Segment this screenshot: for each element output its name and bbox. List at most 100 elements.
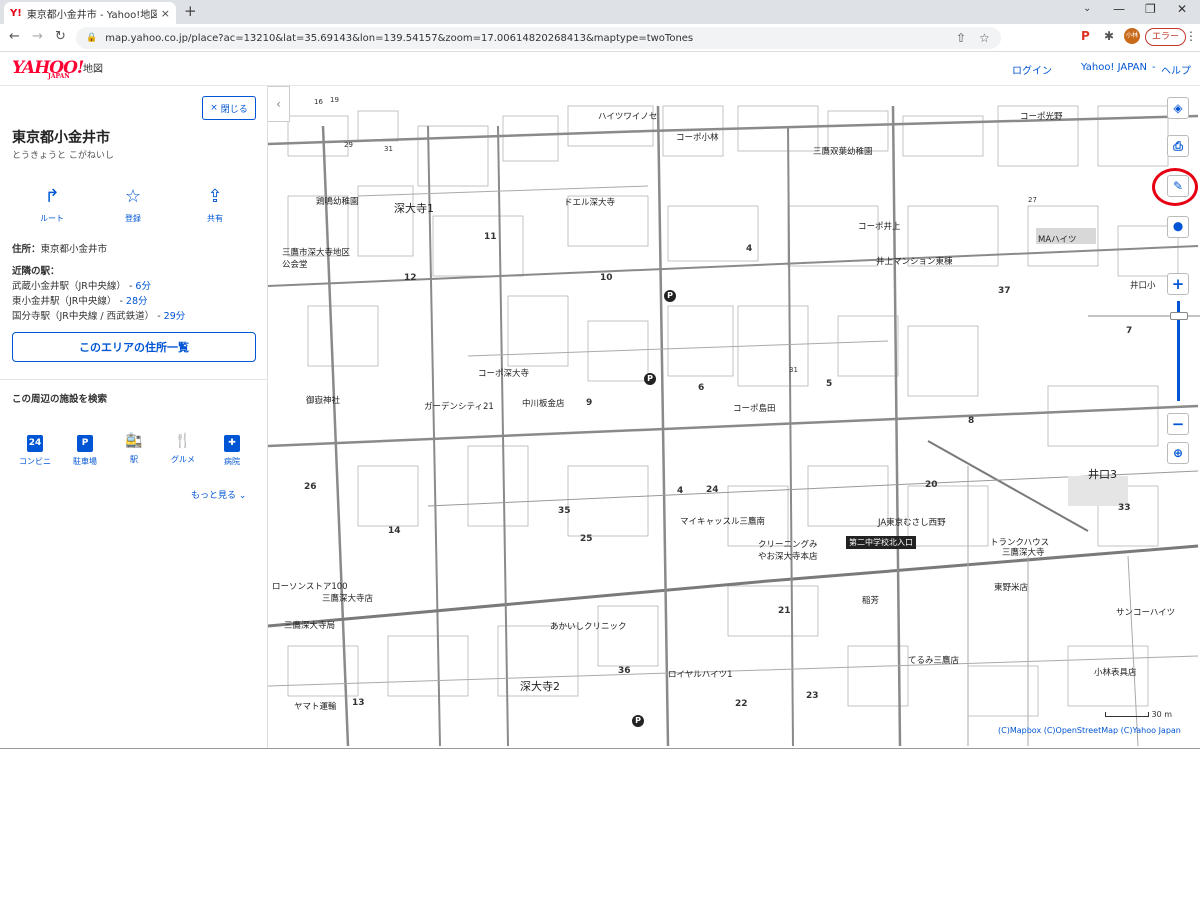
map-place-label[interactable]: 鶏鳴幼稚園	[316, 195, 359, 207]
block-number: 24	[706, 485, 719, 495]
tab-close-icon[interactable]: ×	[161, 7, 170, 20]
nearby-search-heading: この周辺の施設を検索	[12, 394, 108, 405]
map-place-label[interactable]: 三鷹深大寺店	[322, 592, 373, 604]
menu-dots-icon[interactable]: ⋮	[1185, 29, 1197, 43]
route-button[interactable]: ↱ ルート	[22, 186, 82, 224]
bus-stop-label[interactable]: 第二中学校北入口	[846, 536, 916, 549]
walk-time-link[interactable]: 6分	[135, 281, 151, 292]
current-location-button[interactable]: ⊕	[1167, 442, 1189, 464]
map-place-label[interactable]: 三鷹深大寺	[1002, 546, 1045, 558]
walk-time-link[interactable]: 28分	[126, 296, 148, 307]
zoom-out-button[interactable]: −	[1167, 413, 1189, 435]
map-place-label[interactable]: ドエル深大寺	[564, 196, 615, 208]
share-page-icon[interactable]: ⇧	[956, 31, 966, 45]
map-place-label[interactable]: 三鷹双葉幼稚園	[813, 145, 873, 157]
collapse-panel-button[interactable]: ‹	[268, 86, 290, 122]
print-button[interactable]: ⎙	[1167, 135, 1189, 157]
nearby-stations-heading: 近隣の駅：	[12, 266, 60, 277]
parking-map-icon[interactable]: P	[664, 290, 676, 302]
parking-map-icon[interactable]: P	[632, 715, 644, 727]
map-credit[interactable]: (C)Mapbox (C)OpenStreetMap (C)Yahoo Japa…	[998, 726, 1181, 735]
map-place-label[interactable]: クリーニングみやお深大寺本店	[758, 538, 818, 562]
map-place-label[interactable]: サンコーハイツ	[1116, 606, 1175, 618]
share-button[interactable]: ⇪ 共有	[185, 186, 245, 224]
map-place-label[interactable]: ハイツワイノセ	[598, 110, 657, 122]
yahoo-logo[interactable]: YAHOO! JAPAN	[12, 58, 84, 80]
forward-icon[interactable]: →	[32, 29, 43, 44]
map-place-label[interactable]: MAハイツ	[1038, 233, 1076, 245]
block-number: 25	[580, 534, 593, 544]
location-pin-button[interactable]: ⬤	[1167, 216, 1189, 238]
map-place-label[interactable]: 三鷹深大寺局	[284, 619, 335, 631]
area-address-list-button[interactable]: このエリアの住所一覧	[12, 332, 256, 362]
url-text: map.yahoo.co.jp/place?ac=13210&lat=35.69…	[105, 32, 694, 44]
map-place-label[interactable]: コーポ小林	[676, 131, 719, 143]
map-view[interactable]: ‹ 深大寺1 深大寺2 井口3 鶏鳴幼稚園 三鷹双葉幼稚園 ドエル深大寺 コーポ…	[268, 86, 1200, 748]
block-number: 14	[388, 526, 401, 536]
show-more-link[interactable]: もっと見る ⌄	[191, 488, 246, 501]
reload-icon[interactable]: ↻	[55, 29, 66, 44]
map-place-label[interactable]: 井口小	[1130, 279, 1156, 291]
zoom-in-button[interactable]: +	[1167, 273, 1189, 295]
address-bar[interactable]: 🔒 map.yahoo.co.jp/place?ac=13210&lat=35.…	[76, 27, 1001, 49]
register-button[interactable]: ☆ 登録	[103, 186, 163, 224]
map-place-label[interactable]: 中川板金店	[522, 397, 565, 409]
zoom-slider-handle[interactable]	[1170, 312, 1188, 320]
map-place-label[interactable]: JA東京むさし西野	[878, 516, 946, 528]
close-icon: ×	[210, 103, 218, 113]
map-place-label[interactable]: 小林表具店	[1094, 666, 1137, 678]
map-place-label[interactable]: 井上マンション東棟	[876, 255, 953, 267]
train-icon: 🚉	[125, 433, 143, 449]
restore-icon[interactable]: ❐	[1145, 2, 1156, 16]
block-number: 37	[998, 286, 1011, 296]
map-place-label[interactable]: コーポ島田	[733, 402, 776, 414]
parking-map-icon[interactable]: P	[644, 373, 656, 385]
tab-search-icon[interactable]: ⌄	[1083, 3, 1091, 14]
back-icon[interactable]: ←	[9, 29, 20, 44]
header-separator: -	[1152, 62, 1156, 73]
facility-parking-button[interactable]: P 駐車場	[61, 430, 109, 467]
facility-station-button[interactable]: 🚉 駅	[110, 430, 158, 465]
map-place-label[interactable]: コーポ光野	[1020, 110, 1063, 122]
facility-convenience-button[interactable]: 24 コンビニ	[11, 430, 59, 467]
walk-time-link[interactable]: 29分	[164, 311, 186, 322]
error-button[interactable]: エラー	[1145, 28, 1187, 46]
layers-button[interactable]: ◈	[1167, 97, 1189, 119]
map-place-label[interactable]: 御嶽神社	[306, 394, 340, 406]
map-place-label[interactable]: マイキャッスル三鷹南	[680, 515, 765, 527]
extensions-puzzle-icon[interactable]: ✱	[1104, 29, 1114, 43]
facility-hospital-button[interactable]: ✚ 病院	[208, 430, 256, 467]
parking-icon: P	[77, 435, 93, 452]
map-place-label[interactable]: コーポ深大寺	[478, 367, 529, 379]
map-place-label[interactable]: コーポ井上	[858, 220, 901, 232]
bookmark-star-icon[interactable]: ☆	[979, 31, 990, 45]
map-place-label[interactable]: ガーデンシティ21	[424, 400, 494, 412]
block-number: 27	[1028, 196, 1037, 204]
yahoo-favicon-icon: Y!	[10, 7, 22, 19]
help-link[interactable]: ヘルプ	[1161, 62, 1191, 77]
yahoo-japan-link[interactable]: Yahoo! JAPAN	[1081, 62, 1147, 73]
extension-p-icon[interactable]: P	[1081, 29, 1090, 43]
area-label: 深大寺1	[394, 202, 434, 215]
map-place-label[interactable]: 稲芳	[862, 594, 879, 606]
map-place-label[interactable]: あかいしクリニック	[550, 620, 627, 632]
map-place-label[interactable]: ヤマト運輸	[294, 700, 337, 712]
tab-title: 東京都小金井市 - Yahoo!地図	[26, 9, 157, 21]
window-close-icon[interactable]: ✕	[1177, 2, 1187, 16]
map-place-label[interactable]: てるみ三鷹店	[908, 654, 959, 666]
map-place-label[interactable]: 三鷹市深大寺地区公会堂	[282, 246, 352, 270]
close-panel-button[interactable]: × 閉じる	[202, 96, 256, 120]
share-icon: ⇪	[207, 186, 223, 207]
block-number: 22	[735, 699, 748, 709]
profile-avatar[interactable]: 小林	[1124, 28, 1140, 44]
login-link[interactable]: ログイン	[1012, 62, 1052, 77]
minimize-icon[interactable]: —	[1113, 2, 1125, 16]
block-number: 35	[558, 506, 571, 516]
station-item: 東小金井駅（JR中央線） - 28分	[12, 296, 148, 307]
map-place-label[interactable]: 東野米店	[994, 581, 1028, 593]
facility-gourmet-button[interactable]: 🍴 グルメ	[159, 430, 207, 465]
new-tab-button[interactable]: +	[184, 2, 197, 20]
map-place-label[interactable]: ローソンストア100	[272, 580, 348, 592]
browser-tab[interactable]: Y! 東京都小金井市 - Yahoo!地図 ×	[4, 2, 176, 24]
map-place-label[interactable]: ロイヤルハイツ1	[668, 668, 732, 680]
